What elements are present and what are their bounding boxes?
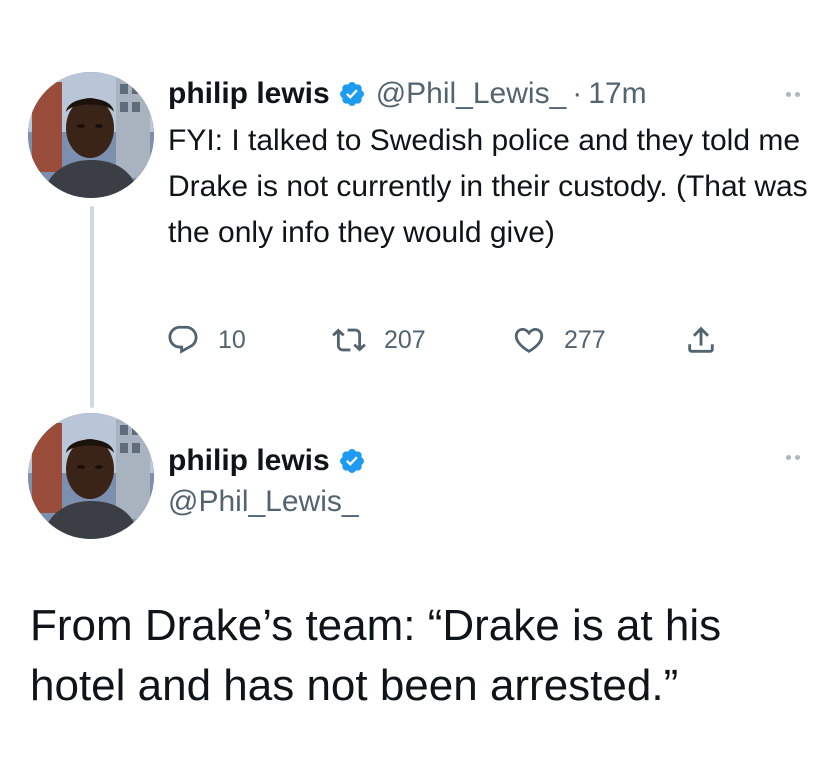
- avatar-photo: [28, 413, 154, 539]
- verified-badge-icon: [338, 80, 366, 108]
- reply-icon: [168, 325, 198, 354]
- tweet-1[interactable]: philip lewis @Phil_Lewis_ · 17m FYI: I t…: [0, 0, 822, 420]
- tweet-timestamp[interactable]: 17m: [588, 76, 646, 112]
- author-handle[interactable]: @Phil_Lewis_: [376, 76, 567, 112]
- reply-count: 10: [218, 325, 246, 354]
- more-options-icon[interactable]: [786, 455, 800, 460]
- share-button[interactable]: [684, 323, 718, 357]
- tweet-actions: 10 207 277: [166, 318, 718, 362]
- reply-button[interactable]: 10: [166, 323, 332, 357]
- like-count: 277: [564, 325, 606, 354]
- author-name[interactable]: philip lewis: [168, 76, 330, 112]
- like-icon: [514, 327, 544, 353]
- separator-dot: ·: [572, 77, 583, 110]
- more-options-icon[interactable]: [786, 92, 800, 97]
- verified-badge-icon: [338, 447, 366, 475]
- tweet-2-text: From Drake’s team: “Drake is at his hote…: [30, 601, 722, 710]
- avatar[interactable]: [28, 413, 154, 539]
- tweet-header: philip lewis @Phil_Lewis_ · 17m: [168, 76, 647, 112]
- author-name[interactable]: philip lewis: [168, 443, 330, 479]
- avatar[interactable]: [28, 72, 154, 198]
- retweet-icon: [332, 328, 366, 352]
- tweet-2-name-row: philip lewis: [168, 443, 376, 479]
- author-handle[interactable]: @Phil_Lewis_: [168, 484, 359, 520]
- thread-connector-line: [90, 206, 94, 408]
- tweet-text: FYI: I talked to Swedish police and they…: [168, 124, 808, 249]
- retweet-button[interactable]: 207: [332, 323, 512, 357]
- retweet-count: 207: [384, 325, 426, 354]
- share-icon: [688, 326, 714, 353]
- like-button[interactable]: 277: [512, 323, 684, 357]
- avatar-photo: [28, 72, 154, 198]
